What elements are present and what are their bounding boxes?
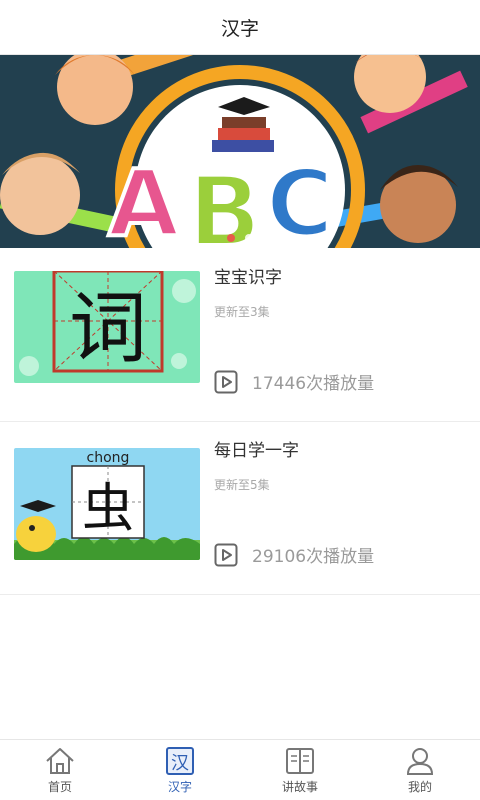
item-thumbnail: chong 虫 xyxy=(14,448,200,560)
banner-image: A B C xyxy=(0,55,480,248)
tab-stories[interactable]: 讲故事 xyxy=(240,740,360,800)
top-bar: 汉字 xyxy=(0,0,480,55)
item-subtitle: 更新至5集 xyxy=(214,478,270,492)
home-icon xyxy=(46,747,74,774)
carousel-dots xyxy=(0,234,480,242)
carousel-dot[interactable] xyxy=(227,234,235,242)
thumb-character: 词 xyxy=(69,284,147,374)
thumb-character: 虫 xyxy=(82,479,134,539)
tab-hanzi[interactable]: 汉 汉字 xyxy=(120,740,240,800)
bottom-tab-bar: 首页 汉 汉字 讲故事 我的 xyxy=(0,739,480,800)
tab-home[interactable]: 首页 xyxy=(0,740,120,800)
tab-label: 首页 xyxy=(47,779,72,794)
user-icon xyxy=(406,747,434,775)
play-icon xyxy=(214,543,238,566)
play-icon xyxy=(214,370,238,393)
page-title: 汉字 xyxy=(220,17,259,40)
item-thumbnail: 词 xyxy=(14,271,200,383)
tab-label: 讲故事 xyxy=(281,779,318,794)
carousel-dot[interactable] xyxy=(245,234,253,242)
list-item[interactable]: chong 虫 每日学一字 更新至5集 29106次播放量 xyxy=(0,422,480,595)
list-item[interactable]: 词 宝宝识字 更新至3集 17446次播放量 xyxy=(0,249,480,422)
banner-carousel[interactable]: A B C xyxy=(0,55,480,248)
tab-profile[interactable]: 我的 xyxy=(360,740,480,800)
book-icon xyxy=(286,747,314,774)
play-count-row: 29106次播放量 xyxy=(214,542,374,567)
play-count-row: 17446次播放量 xyxy=(214,369,374,394)
item-title: 宝宝识字 xyxy=(214,268,282,288)
play-count: 17446次播放量 xyxy=(252,374,375,394)
tab-label: 我的 xyxy=(407,779,432,794)
svg-text:汉: 汉 xyxy=(171,753,189,774)
item-subtitle: 更新至3集 xyxy=(214,305,270,319)
tab-label: 汉字 xyxy=(167,779,192,794)
item-title: 每日学一字 xyxy=(214,441,299,461)
hanzi-icon: 汉 xyxy=(166,746,194,775)
thumb-pinyin: chong xyxy=(87,450,130,466)
play-count: 29106次播放量 xyxy=(252,547,375,567)
